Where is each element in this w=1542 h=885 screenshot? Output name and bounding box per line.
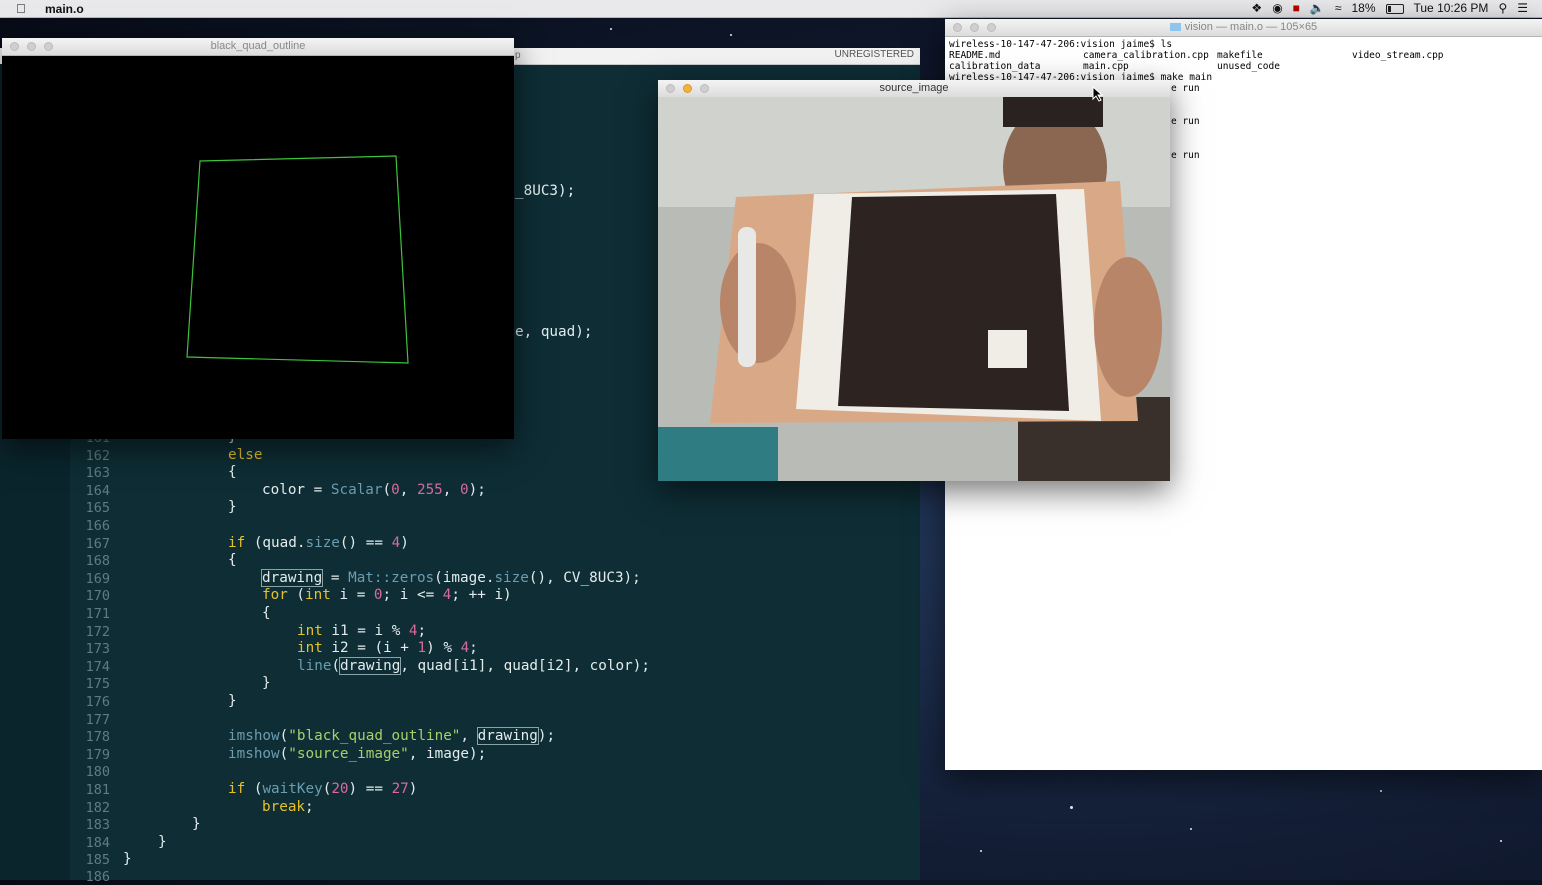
terminal-line: makefile — [1217, 50, 1263, 61]
line-number: 171 — [85, 606, 110, 622]
terminal-titlebar[interactable]: vision — main.o — 105×65 — [945, 19, 1542, 37]
quad-window-title: black_quad_outline — [210, 40, 306, 52]
close-button[interactable] — [666, 84, 675, 93]
quad-outline-window[interactable]: black_quad_outline — [2, 38, 514, 439]
terminal-title: vision — main.o — 105×65 — [1184, 21, 1318, 33]
code-line: } — [123, 851, 132, 867]
line-number: 179 — [85, 747, 110, 763]
menu-bar:  main.o ❖ ◉ ■ 🔈 ≈ 18% Tue 10:26 PM ⚲ ☰ — [0, 0, 1542, 18]
line-number: 185 — [85, 852, 110, 868]
line-number: 166 — [85, 518, 110, 534]
line-number: 167 — [85, 536, 110, 552]
minimize-button[interactable] — [970, 23, 979, 32]
app-name-menu[interactable]: main.o — [45, 2, 84, 16]
line-number: 182 — [85, 800, 110, 816]
code-line: line(drawing, quad[i1], quad[i2], color)… — [297, 657, 650, 675]
line-number: 163 — [85, 465, 110, 481]
code-line: int i1 = i % 4; — [297, 623, 427, 639]
terminal-line: README.md — [949, 50, 1001, 61]
zoom-button[interactable] — [700, 84, 709, 93]
line-number: 168 — [85, 553, 110, 569]
mouse-cursor-icon — [1092, 86, 1104, 102]
quad-canvas — [186, 155, 409, 364]
code-line: for (int i = 0; i <= 4; ++ i) — [262, 587, 512, 603]
line-number: 173 — [85, 641, 110, 657]
line-number: 164 — [85, 483, 110, 499]
line-number: 170 — [85, 588, 110, 604]
dropbox-icon[interactable]: ❖ — [1251, 1, 1262, 16]
unregistered-label: UNREGISTERED — [834, 49, 914, 60]
record-icon[interactable]: ■ — [1293, 1, 1300, 16]
minimize-button[interactable] — [27, 42, 36, 51]
camera-scene — [658, 97, 1170, 481]
folder-icon — [1169, 23, 1181, 31]
notification-center-icon[interactable]: ☰ — [1517, 1, 1528, 16]
terminal-line: camera_calibration.cpp — [1083, 50, 1209, 61]
terminal-line: e run — [1171, 150, 1200, 161]
battery-percent[interactable]: 18% — [1351, 1, 1375, 16]
zoom-button[interactable] — [987, 23, 996, 32]
source-window-title: source_image — [879, 82, 949, 94]
code-line: { — [228, 552, 237, 568]
close-button[interactable] — [10, 42, 19, 51]
line-number: 178 — [85, 729, 110, 745]
line-number: 175 — [85, 676, 110, 692]
code-line: color = Scalar(0, 255, 0); — [262, 482, 486, 498]
line-number: 184 — [85, 835, 110, 851]
volume-icon[interactable]: 🔈 — [1310, 1, 1325, 16]
code-line: } — [158, 834, 167, 850]
minimize-button[interactable] — [683, 84, 692, 93]
code-fragment: e, quad); — [515, 324, 593, 340]
code-line: int i2 = (i + 1) % 4; — [297, 640, 478, 656]
line-number: 172 — [85, 624, 110, 640]
source-image-window[interactable]: source_image — [658, 80, 1170, 481]
terminal-line: calibration_data — [949, 61, 1041, 72]
battery-icon[interactable] — [1385, 3, 1404, 14]
code-line: imshow("black_quad_outline", drawing); — [228, 727, 556, 745]
code-line: { — [228, 464, 237, 480]
wifi-icon[interactable]: ≈ — [1335, 1, 1342, 16]
zoom-button[interactable] — [44, 42, 53, 51]
apple-icon[interactable]:  — [16, 1, 26, 16]
code-line: } — [228, 693, 237, 709]
line-number: 180 — [85, 764, 110, 780]
code-line: if (waitKey(20) == 27) — [228, 781, 418, 797]
line-number: 181 — [85, 782, 110, 798]
line-number: 162 — [85, 448, 110, 464]
code-line: imshow("source_image", image); — [228, 746, 487, 762]
close-button[interactable] — [953, 23, 962, 32]
line-number: 174 — [85, 659, 110, 675]
line-number: 165 — [85, 500, 110, 516]
quad-window-titlebar[interactable]: black_quad_outline — [2, 38, 514, 56]
line-number: 177 — [85, 712, 110, 728]
camera-image — [658, 97, 1170, 481]
line-number: 186 — [85, 869, 110, 885]
code-line: { — [262, 605, 271, 621]
line-number: 169 — [85, 571, 110, 587]
editor-tab[interactable]: p — [515, 50, 521, 61]
spotlight-icon[interactable]: ⚲ — [1498, 1, 1507, 16]
code-line: drawing = Mat::zeros(image.size(), CV_8U… — [260, 569, 641, 587]
quad-outline — [186, 155, 409, 364]
code-line: break; — [262, 799, 314, 815]
terminal-line: video_stream.cpp — [1352, 50, 1444, 61]
terminal-line: main.cpp — [1083, 61, 1129, 72]
code-fragment: _8UC3); — [515, 183, 576, 199]
code-line: } — [228, 499, 237, 515]
code-line: } — [262, 675, 271, 691]
clock[interactable]: Tue 10:26 PM — [1414, 1, 1489, 16]
terminal-line: e run — [1171, 116, 1200, 127]
terminal-line: wireless-10-147-47-206:vision jaime$ ls — [949, 39, 1173, 50]
code-line: else — [228, 447, 263, 463]
code-line: if (quad.size() == 4) — [228, 535, 409, 551]
code-line: } — [192, 816, 201, 832]
line-number: 183 — [85, 817, 110, 833]
terminal-line: e run — [1171, 83, 1200, 94]
eye-icon[interactable]: ◉ — [1272, 1, 1282, 16]
terminal-line: unused_code — [1217, 61, 1280, 72]
line-number: 176 — [85, 694, 110, 710]
